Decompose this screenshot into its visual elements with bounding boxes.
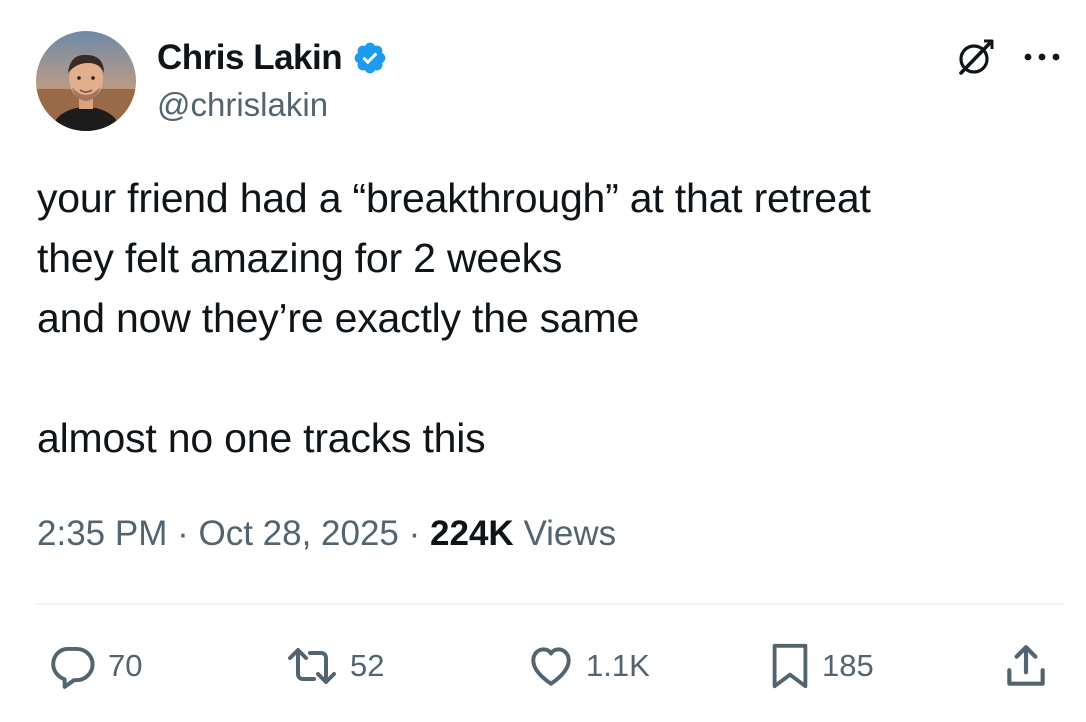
retweet-icon — [288, 648, 336, 684]
bookmark-button[interactable]: 185 — [768, 640, 874, 692]
tweet-card: Chris Lakin @chrislakin your friend had … — [0, 0, 1086, 722]
verified-badge-icon — [352, 40, 388, 76]
grok-icon[interactable] — [953, 36, 997, 80]
meta-separator: · — [408, 514, 421, 553]
views-label: Views — [523, 514, 617, 553]
display-name[interactable]: Chris Lakin — [157, 38, 343, 78]
reply-count: 70 — [108, 648, 143, 683]
tweet-line: almost no one tracks this — [37, 415, 486, 461]
retweet-button[interactable]: 52 — [284, 640, 384, 692]
avatar[interactable] — [36, 31, 136, 131]
tweet-line: your friend had a “breakthrough” at that… — [37, 175, 871, 221]
tweet-line: and now they’re exactly the same — [37, 295, 640, 341]
reply-button[interactable]: 70 — [48, 640, 142, 692]
bookmark-icon — [772, 643, 808, 689]
bookmark-count: 185 — [822, 648, 874, 683]
heart-icon — [531, 647, 571, 686]
more-icon[interactable] — [1020, 44, 1064, 70]
tweet-time[interactable]: 2:35 PM — [37, 514, 167, 553]
tweet-date[interactable]: Oct 28, 2025 — [198, 514, 398, 553]
avatar-photo — [36, 31, 136, 131]
tweet-line: they felt amazing for 2 weeks — [37, 235, 563, 281]
share-button[interactable] — [1001, 640, 1051, 692]
like-button[interactable]: 1.1K — [526, 640, 650, 692]
retweet-count: 52 — [350, 648, 385, 683]
divider — [36, 603, 1064, 605]
handle[interactable]: @chrislakin — [157, 86, 328, 124]
tweet-text: your friend had a “breakthrough” at that… — [37, 168, 1047, 468]
views-count: 224K — [430, 514, 514, 553]
meta-separator: · — [177, 514, 189, 553]
reply-icon — [51, 646, 95, 689]
display-name-row: Chris Lakin — [157, 36, 388, 80]
share-icon — [1007, 645, 1045, 686]
tweet-meta: 2:35 PM · Oct 28, 2025 · 224K Views — [37, 509, 616, 559]
like-count: 1.1K — [586, 648, 650, 683]
